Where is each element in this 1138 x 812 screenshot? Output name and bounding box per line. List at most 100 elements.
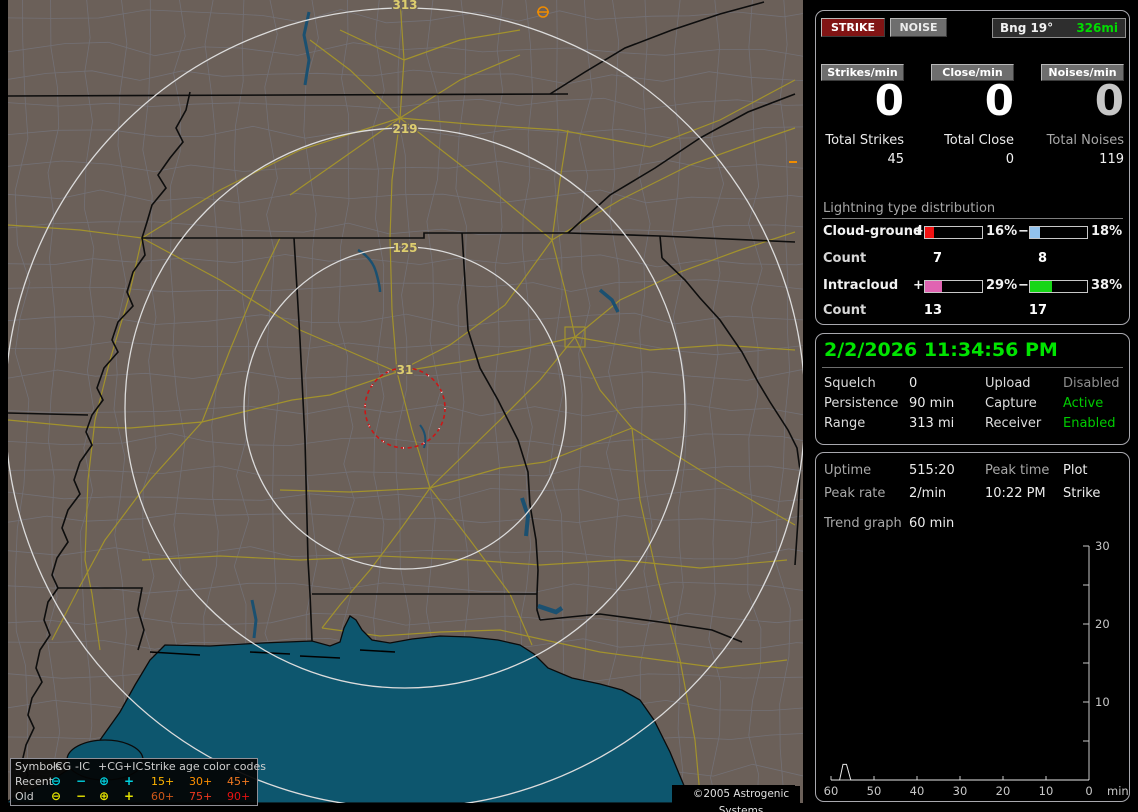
close-per-min-value: 0 xyxy=(984,76,1014,125)
trend-graph-label: Trend graph xyxy=(824,516,902,531)
neg-cg-bar xyxy=(1029,226,1088,239)
svg-text:0: 0 xyxy=(1085,784,1092,798)
noise-button[interactable]: NOISE xyxy=(890,18,947,37)
intracloud-label: Intracloud xyxy=(823,278,899,293)
plus-icon: + xyxy=(124,789,135,803)
circle-plus-icon: ⊕ xyxy=(99,774,110,788)
count-label: Count xyxy=(823,303,867,318)
legend-old-row: Old ⊖ − ⊕ + 60+ 75+ 90+ xyxy=(11,789,257,804)
status-row: Persistence 90 min Capture Active xyxy=(816,396,1131,416)
status-row: Squelch 0 Upload Disabled xyxy=(816,376,1131,396)
age-30: 30+ xyxy=(189,775,213,788)
peak-rate-value: 2/min xyxy=(909,486,947,501)
pos-ic-count: 13 xyxy=(923,303,942,318)
pos-cg-bar xyxy=(924,226,983,239)
upload-label: Upload xyxy=(985,376,1031,391)
circle-minus-icon: ⊖ xyxy=(51,774,62,788)
trend-graph-value: 60 min xyxy=(909,516,955,531)
age-60: 60+ xyxy=(151,790,175,803)
total-noises-label: Total Noises xyxy=(1046,133,1124,148)
cloud-ground-label: Cloud-ground xyxy=(823,224,923,239)
squelch-value: 0 xyxy=(909,376,918,391)
plus-sign: + xyxy=(913,224,924,239)
pos-ic-pct: 29% xyxy=(986,278,1018,293)
counters-panel: STRIKE NOISE Bng 19° 326mi Strikes/min C… xyxy=(815,10,1130,325)
legend-old-label: Old xyxy=(15,790,34,803)
circle-minus-icon: ⊖ xyxy=(51,789,62,803)
svg-text:min: min xyxy=(1107,784,1129,798)
neg-cg-count: 8 xyxy=(1037,251,1047,266)
receiver-status: Enabled xyxy=(1063,416,1116,431)
legend-col-neg-ic: -IC xyxy=(75,760,90,773)
status-divider xyxy=(822,367,1123,368)
clock-readout: 2/2/2026 11:34:56 PM xyxy=(824,339,1058,361)
neg-cg-pct: 18% xyxy=(1091,224,1123,239)
stats-row: Uptime 515:20 Peak time Plot xyxy=(816,463,1131,485)
pos-ic-bar-fill xyxy=(925,281,942,292)
map-view[interactable]: 313 219 125 31 xyxy=(8,0,803,803)
circle-plus-icon: ⊕ xyxy=(99,789,110,803)
strike-button[interactable]: STRIKE xyxy=(821,18,885,37)
svg-text:60: 60 xyxy=(824,784,839,798)
receiver-label: Receiver xyxy=(985,416,1042,431)
legend-header-row: Symbols -CG -IC +CG +IC Strike age color… xyxy=(11,759,266,774)
app-window: 313 219 125 31 Symbols -CG -IC +CG +IC S… xyxy=(0,0,1138,812)
minus-sign: − xyxy=(1018,224,1029,239)
total-strikes-value: 45 xyxy=(887,152,904,167)
copyright-text: ©2005 Astrogenic Systems xyxy=(682,786,800,812)
plot-value: Strike xyxy=(1063,486,1101,501)
neg-ic-count: 17 xyxy=(1028,303,1047,318)
distribution-divider xyxy=(822,218,1123,219)
bearing-value: Bng 19° xyxy=(1000,21,1054,35)
persistence-value: 90 min xyxy=(909,396,955,411)
cloud-ground-row: Cloud-ground + 16% − 18% xyxy=(816,224,1131,240)
neg-cg-bar-fill xyxy=(1030,227,1041,238)
minus-sign: − xyxy=(1018,278,1029,293)
lightning-map[interactable]: 313 219 125 31 xyxy=(8,0,803,803)
uptime-value: 515:20 xyxy=(909,463,955,478)
total-noises-value: 119 xyxy=(1099,152,1124,167)
stats-trend-panel: Uptime 515:20 Peak time Plot Peak rate 2… xyxy=(815,452,1130,802)
neg-ic-bar xyxy=(1029,280,1088,293)
distribution-title: Lightning type distribution xyxy=(823,201,996,216)
persistence-label: Persistence xyxy=(824,396,899,411)
svg-text:10: 10 xyxy=(1039,784,1054,798)
bearing-distance: 326mi xyxy=(1076,21,1118,35)
total-close-label: Total Close xyxy=(944,133,1014,148)
capture-status: Active xyxy=(1063,396,1104,411)
peak-rate-label: Peak rate xyxy=(824,486,886,501)
svg-text:50: 50 xyxy=(867,784,882,798)
stats-row: Peak rate 2/min 10:22 PM Strike xyxy=(816,486,1131,508)
pos-cg-count: 7 xyxy=(932,251,942,266)
neg-ic-pct: 38% xyxy=(1091,278,1123,293)
squelch-label: Squelch xyxy=(824,376,876,391)
peak-time-value: 10:22 PM xyxy=(985,486,1046,501)
status-panel: 2/2/2026 11:34:56 PM Squelch 0 Upload Di… xyxy=(815,333,1130,445)
total-strikes-label: Total Strikes xyxy=(825,133,904,148)
range-value: 313 mi xyxy=(909,416,955,431)
symbols-legend: Symbols -CG -IC +CG +IC Strike age color… xyxy=(10,758,266,806)
svg-text:30: 30 xyxy=(953,784,968,798)
count-label: Count xyxy=(823,251,867,266)
ring-label-31: 31 xyxy=(397,363,414,377)
bearing-readout: Bng 19° 326mi xyxy=(992,18,1126,38)
age-15: 15+ xyxy=(151,775,175,788)
legend-age-header: Strike age color codes xyxy=(144,760,266,773)
age-75: 75+ xyxy=(189,790,213,803)
svg-text:30: 30 xyxy=(1095,539,1110,553)
plus-icon: + xyxy=(124,774,135,788)
range-label: Range xyxy=(824,416,866,431)
uptime-label: Uptime xyxy=(824,463,872,478)
minus-icon: − xyxy=(76,789,87,803)
svg-text:10: 10 xyxy=(1095,695,1110,709)
age-45: 45+ xyxy=(227,775,251,788)
legend-recent-row: Recent ⊖ − ⊕ + 15+ 30+ 45+ xyxy=(11,774,257,789)
ring-label-313: 313 xyxy=(392,0,417,12)
minus-icon: − xyxy=(76,774,87,788)
pos-cg-pct: 16% xyxy=(986,224,1018,239)
svg-text:20: 20 xyxy=(996,784,1011,798)
ring-label-125: 125 xyxy=(392,241,417,255)
pos-ic-bar xyxy=(924,280,983,293)
strikes-per-min-value: 0 xyxy=(874,76,904,125)
plot-label: Plot xyxy=(1063,463,1088,478)
